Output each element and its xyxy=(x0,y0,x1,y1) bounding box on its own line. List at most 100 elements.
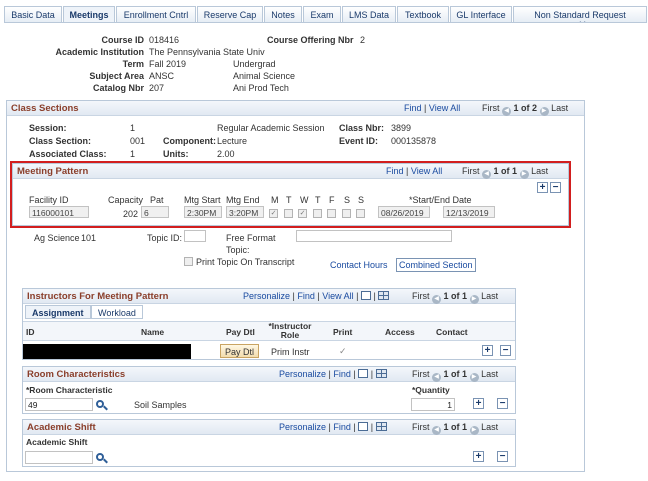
delete-row-icon[interactable]: − xyxy=(497,451,508,462)
room-find-link[interactable]: Find xyxy=(333,369,351,379)
prev-arrow-icon[interactable]: ◀ xyxy=(502,107,512,116)
tab-enrollment-cntrl[interactable]: Enrollment Cntrl xyxy=(116,6,196,23)
instructors-last[interactable]: Last xyxy=(481,291,498,301)
component-label: Component: xyxy=(163,136,216,146)
term-description: Undergrad xyxy=(233,59,276,69)
add-row-icon[interactable]: + xyxy=(482,345,493,356)
class-sections-title: Class Sections xyxy=(11,103,79,114)
col-contact: Contact xyxy=(436,327,468,337)
add-row-icon[interactable]: + xyxy=(473,398,484,409)
academic-shift-field[interactable] xyxy=(25,451,93,464)
grid-download-icon[interactable] xyxy=(378,291,390,300)
col-print: Print xyxy=(333,327,353,337)
tab-basic-data[interactable]: Basic Data xyxy=(4,6,62,23)
associated-class-value: 1 xyxy=(130,149,136,159)
prev-arrow-icon[interactable]: ◀ xyxy=(432,426,442,435)
catalog-label: Catalog Nbr xyxy=(92,83,144,93)
instructors-nav: Personalize | Find | View All | | xyxy=(243,291,390,301)
class-sections-find-link[interactable]: Find xyxy=(404,103,422,113)
tab-workload[interactable]: Workload xyxy=(91,305,143,319)
class-sections-last[interactable]: Last xyxy=(551,103,568,113)
instructors-find-link[interactable]: Find xyxy=(297,291,315,301)
tab-meetings[interactable]: Meetings xyxy=(63,6,115,23)
next-arrow-icon[interactable]: ▶ xyxy=(469,426,479,435)
topic-id-field[interactable] xyxy=(184,230,206,242)
grid-download-icon[interactable] xyxy=(375,369,387,378)
highlight-box xyxy=(10,161,571,228)
shift-personalize-link[interactable]: Personalize xyxy=(279,422,326,432)
shift-title: Academic Shift xyxy=(27,422,96,433)
units-label: Units: xyxy=(163,149,189,159)
tab-non-standard-request[interactable]: Non Standard Request tracking xyxy=(513,6,647,23)
instructors-view-all-link[interactable]: View All xyxy=(322,291,353,301)
subject-value: ANSC xyxy=(149,71,175,81)
catalog-value: 207 xyxy=(149,83,165,93)
shift-find-link[interactable]: Find xyxy=(333,422,351,432)
room-last[interactable]: Last xyxy=(481,369,498,379)
class-section-label: Class Section: xyxy=(29,136,92,146)
shift-header: Academic Shift Personalize | Find | | Fi… xyxy=(23,420,515,435)
tab-notes[interactable]: Notes xyxy=(264,6,302,23)
combined-section-link[interactable]: Combined Section xyxy=(396,258,476,272)
class-sections-count: 1 of 2 xyxy=(513,103,538,113)
room-pager: First ◀ 1 of 1 ▶ Last xyxy=(412,369,498,382)
class-sections-view-all-link[interactable]: View All xyxy=(429,103,460,113)
shift-nav: Personalize | Find | | xyxy=(279,422,387,432)
tab-assignment[interactable]: Assignment xyxy=(25,305,91,319)
next-arrow-icon[interactable]: ▶ xyxy=(469,373,479,382)
class-sections-panel: Class Sections Find | View All First ◀ 1… xyxy=(6,100,585,472)
topic-id-label: Topic ID: xyxy=(147,233,183,243)
subject-description: Animal Science xyxy=(233,71,296,81)
shift-pager: First ◀ 1 of 1 ▶ Last xyxy=(412,422,498,435)
room-count: 1 of 1 xyxy=(443,369,468,379)
next-arrow-icon[interactable]: ▶ xyxy=(539,107,549,116)
shift-count: 1 of 1 xyxy=(443,422,468,432)
delete-row-icon[interactable]: − xyxy=(500,345,511,356)
popup-icon[interactable] xyxy=(358,422,369,431)
search-icon[interactable] xyxy=(96,400,104,408)
search-icon[interactable] xyxy=(96,453,104,461)
tab-divider xyxy=(4,22,644,23)
tab-textbook[interactable]: Textbook xyxy=(397,6,449,23)
add-row-icon[interactable]: + xyxy=(473,451,484,462)
term-value: Fall 2019 xyxy=(149,59,187,69)
room-characteristic-field[interactable]: 49 xyxy=(25,398,93,411)
free-format-label: Free Format xyxy=(226,233,276,243)
col-instructor-role: *Instructor Role xyxy=(268,321,312,340)
instructors-panel: Instructors For Meeting Pattern Personal… xyxy=(22,288,516,360)
next-arrow-icon[interactable]: ▶ xyxy=(469,295,479,304)
room-personalize-link[interactable]: Personalize xyxy=(279,369,326,379)
catalog-description: Ani Prod Tech xyxy=(233,83,289,93)
tab-gl-interface[interactable]: GL Interface xyxy=(450,6,512,23)
tab-lms-data[interactable]: LMS Data xyxy=(342,6,396,23)
popup-icon[interactable] xyxy=(358,369,369,378)
room-first[interactable]: First xyxy=(412,369,430,379)
class-sections-first[interactable]: First xyxy=(482,103,500,113)
term-label: Term xyxy=(122,59,144,69)
free-format-topic-field[interactable] xyxy=(296,230,452,242)
class-sections-pager: First ◀ 1 of 2 ▶ Last xyxy=(482,103,568,116)
room-header: Room Characteristics Personalize | Find … xyxy=(23,367,515,382)
tab-exam[interactable]: Exam xyxy=(303,6,341,23)
instructors-first[interactable]: First xyxy=(412,291,430,301)
shift-last[interactable]: Last xyxy=(481,422,498,432)
prev-arrow-icon[interactable]: ◀ xyxy=(432,373,442,382)
pay-dtl-button[interactable]: Pay Dtl xyxy=(220,344,260,358)
shift-first[interactable]: First xyxy=(412,422,430,432)
print-topic-checkbox[interactable] xyxy=(184,257,193,266)
course-id-label: Course ID xyxy=(101,35,144,45)
subject-label: Subject Area xyxy=(89,71,144,81)
quantity-field[interactable]: 1 xyxy=(411,398,455,411)
class-nbr-value: 3899 xyxy=(391,123,412,133)
col-id: ID xyxy=(26,327,35,337)
prev-arrow-icon[interactable]: ◀ xyxy=(432,295,442,304)
instructors-personalize-link[interactable]: Personalize xyxy=(243,291,290,301)
event-id-value: 000135878 xyxy=(391,136,437,146)
instructors-title: Instructors For Meeting Pattern xyxy=(27,291,169,302)
popup-icon[interactable] xyxy=(360,291,371,300)
delete-row-icon[interactable]: − xyxy=(497,398,508,409)
grid-download-icon[interactable] xyxy=(375,422,387,431)
institution-label: Academic Institution xyxy=(55,47,144,57)
tab-reserve-cap[interactable]: Reserve Cap xyxy=(197,6,263,23)
contact-hours-link[interactable]: Contact Hours xyxy=(330,260,388,270)
